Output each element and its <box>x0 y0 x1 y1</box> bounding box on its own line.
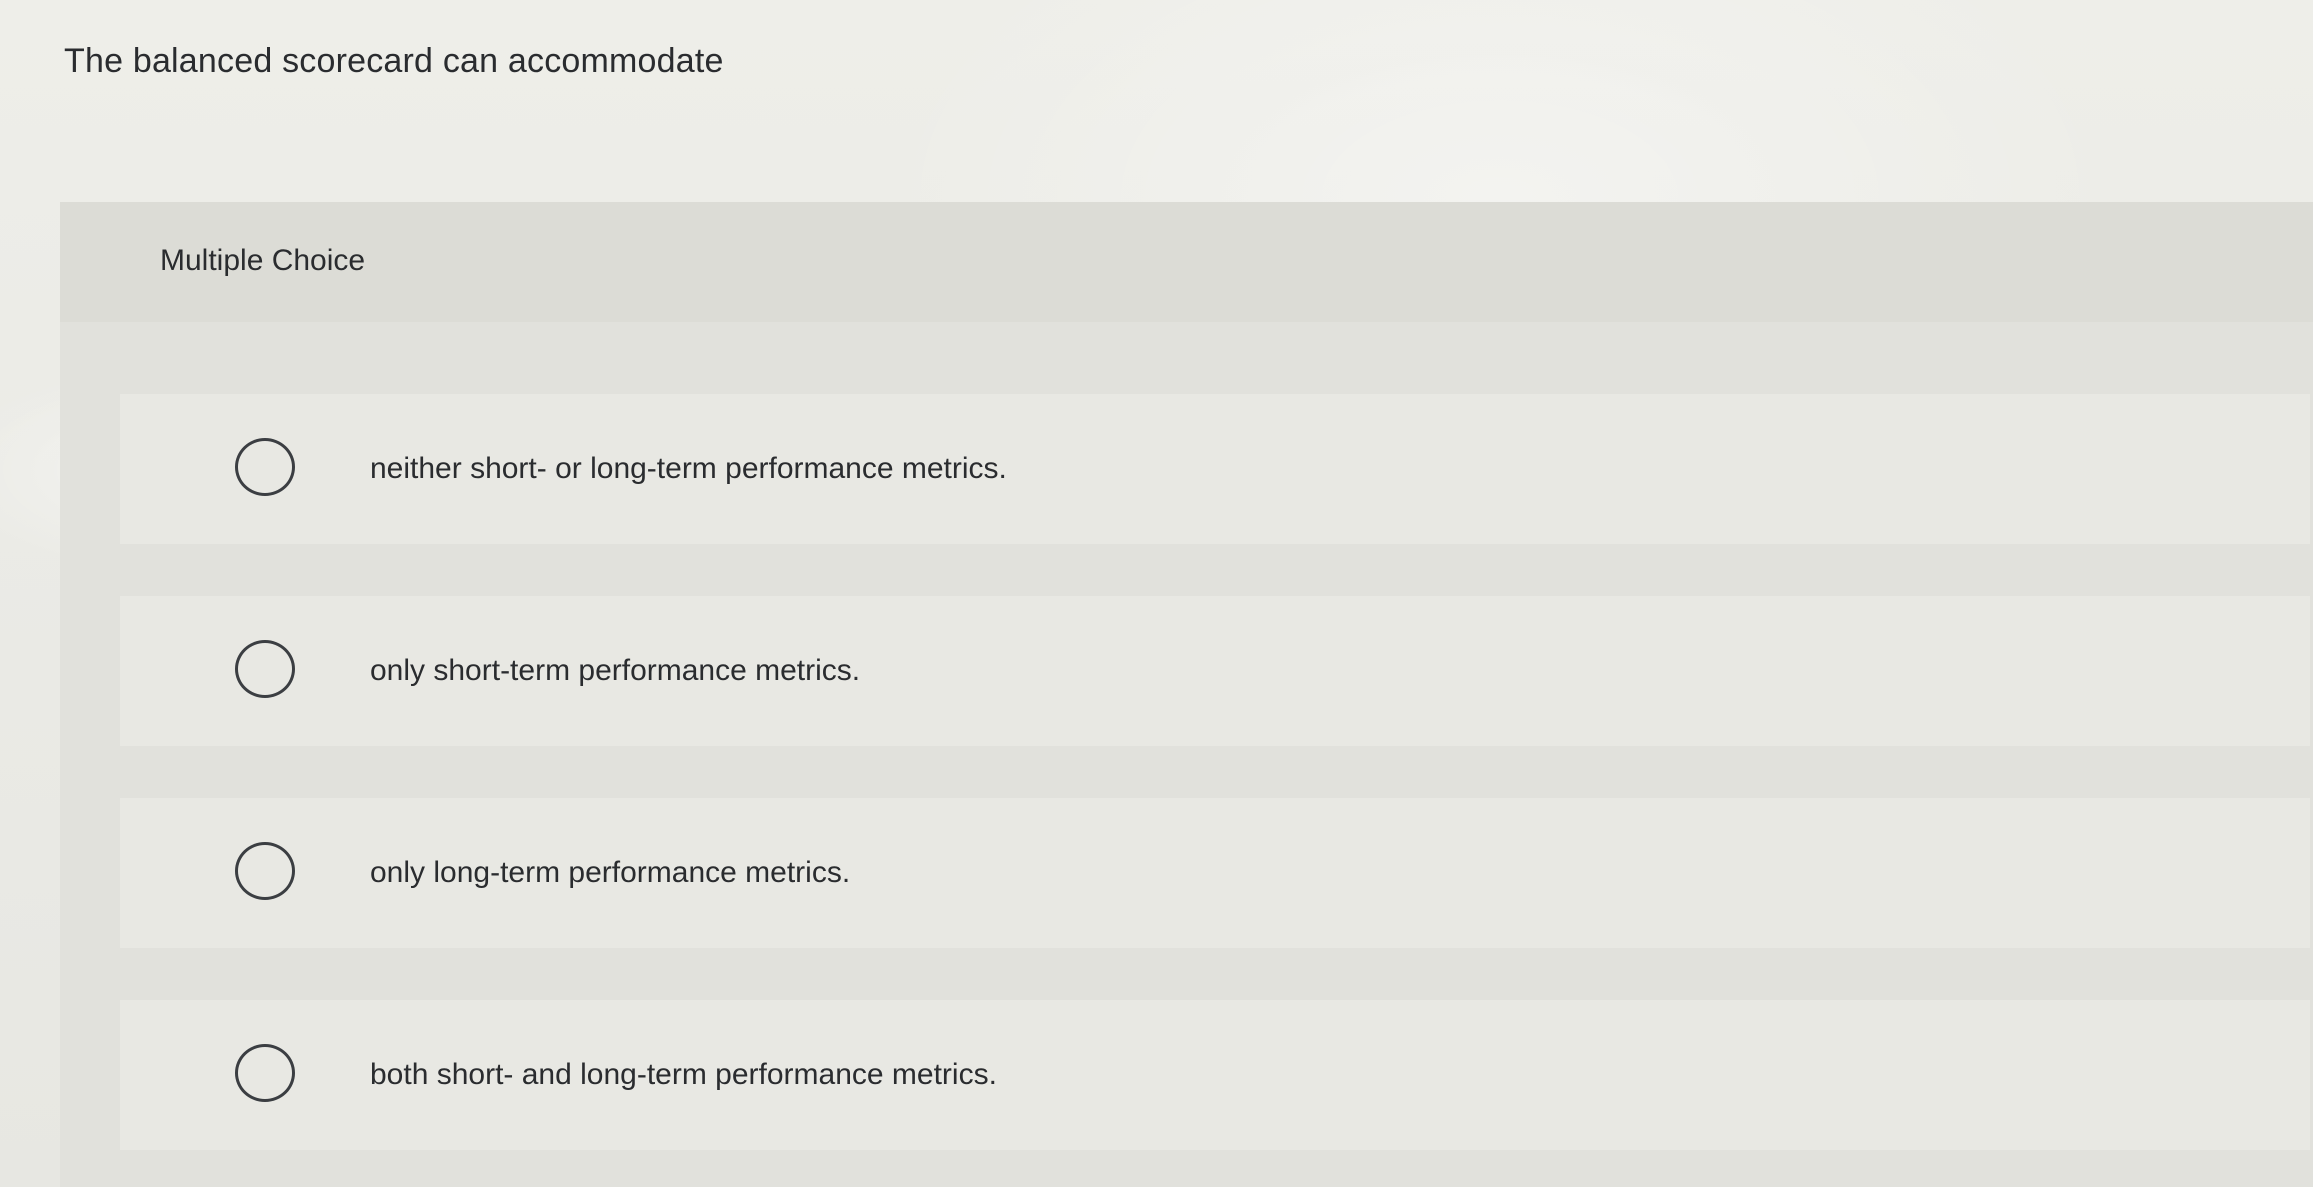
panel-header: Multiple Choice <box>60 202 2313 322</box>
answer-option-2[interactable]: only short-term performance metrics. <box>120 596 2310 746</box>
radio-unchecked-icon[interactable] <box>235 842 295 900</box>
answer-option-4[interactable]: both short- and long-term performance me… <box>120 1000 2310 1150</box>
answer-option-label[interactable]: neither short- or long-term performance … <box>370 451 1007 487</box>
radio-unchecked-icon[interactable] <box>235 640 295 698</box>
question-type-label: Multiple Choice <box>160 244 366 277</box>
answer-option-label[interactable]: only long-term performance metrics. <box>370 855 850 891</box>
answer-option-label[interactable]: only short-term performance metrics. <box>370 653 860 689</box>
answer-option-1[interactable]: neither short- or long-term performance … <box>120 394 2310 544</box>
answer-option-label[interactable]: both short- and long-term performance me… <box>370 1057 997 1093</box>
multiple-choice-panel: Multiple Choice neither short- or long-t… <box>60 202 2313 1187</box>
quiz-page: The balanced scorecard can accommodate M… <box>0 0 2313 1187</box>
radio-unchecked-icon[interactable] <box>235 438 295 496</box>
question-prompt: The balanced scorecard can accommodate <box>64 42 724 80</box>
radio-unchecked-icon[interactable] <box>235 1044 295 1102</box>
answer-option-3[interactable]: only long-term performance metrics. <box>120 798 2310 948</box>
